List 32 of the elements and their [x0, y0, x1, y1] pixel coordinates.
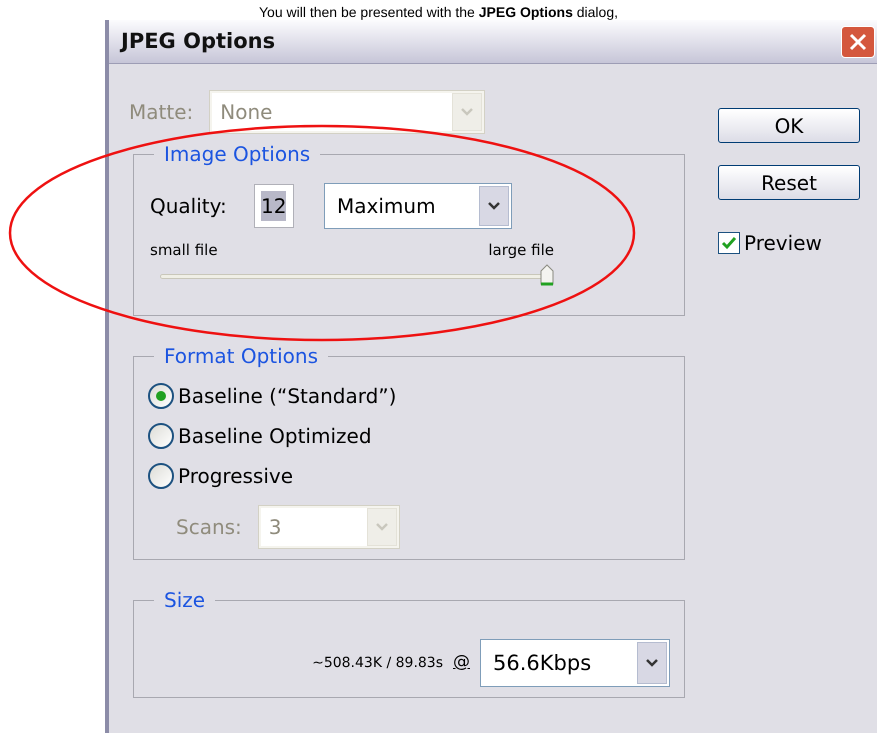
- checkbox[interactable]: [718, 232, 740, 254]
- caption-text: You will then be presented with the JPEG Options dialog,: [258, 4, 618, 20]
- slider-max-label: large file: [488, 240, 554, 261]
- window-title: JPEG Options: [121, 28, 276, 55]
- format-radio-option[interactable]: Baseline (“Standard”): [148, 381, 668, 411]
- format-radio-option[interactable]: Baseline Optimized: [148, 421, 668, 451]
- slider-thumb[interactable]: [540, 264, 554, 286]
- quality-dropdown[interactable]: Maximum: [324, 183, 512, 229]
- speed-dropdown[interactable]: 56.6Kbps: [480, 639, 670, 687]
- scans-label: Scans:: [176, 514, 242, 541]
- dialog-button[interactable]: OK: [718, 108, 860, 143]
- radio-button[interactable]: [148, 423, 174, 449]
- quality-input[interactable]: 12: [254, 184, 294, 228]
- close-button[interactable]: [841, 26, 875, 58]
- dropdown-button[interactable]: [479, 186, 509, 226]
- quality-label: Quality:: [150, 193, 228, 220]
- dropdown-button[interactable]: [637, 642, 667, 684]
- at-label: @: [453, 651, 470, 674]
- matte-label: Matte:: [129, 99, 194, 126]
- caret-icon: [645, 658, 659, 668]
- check-icon: [721, 236, 737, 250]
- caret-icon: [374, 522, 389, 532]
- size-estimate: ~508.43K / 89.83s: [312, 654, 443, 672]
- radio-button[interactable]: [148, 383, 174, 409]
- slider-min-label: small file: [150, 240, 218, 261]
- radio-button[interactable]: [148, 463, 174, 489]
- close-icon: [849, 32, 867, 50]
- caret-icon: [460, 107, 474, 117]
- caret-icon: [487, 201, 501, 211]
- format-radio-option[interactable]: Progressive: [148, 461, 668, 491]
- preview-checkbox[interactable]: Preview: [718, 228, 860, 258]
- dialog-button[interactable]: Reset: [718, 165, 860, 200]
